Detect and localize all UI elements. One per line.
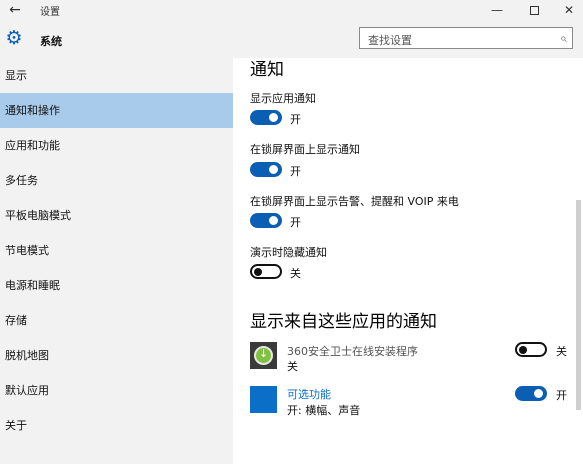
sidebar: 显示 通知和操作 应用和功能 多任务 平板电脑模式 节电模式 电源和睡眠 存储 … <box>0 58 233 464</box>
main-content: 通知 显示应用通知 开 在锁屏界面上显示通知 开 在锁屏界面上显示告警、提醒和 … <box>233 58 583 464</box>
setting-label: 在锁屏界面上显示通知 <box>250 143 360 156</box>
back-arrow-icon[interactable]: ← <box>6 1 24 19</box>
toggle-knob <box>534 389 543 398</box>
app-status: 开: 横幅、声音 <box>287 404 361 417</box>
scrollbar[interactable] <box>576 200 581 410</box>
sidebar-item-battery-saver[interactable]: 节电模式 <box>0 233 233 268</box>
sidebar-item-storage[interactable]: 存储 <box>0 303 233 338</box>
app-name[interactable]: 可选功能 <box>287 386 331 402</box>
close-button[interactable]: ✕ <box>552 0 583 20</box>
lockscreen-alarms-toggle[interactable] <box>250 213 282 228</box>
sidebar-item-offline-maps[interactable]: 脱机地图 <box>0 338 233 373</box>
app-360-toggle[interactable] <box>515 342 547 357</box>
sidebar-item-default-apps[interactable]: 默认应用 <box>0 373 233 408</box>
app-name[interactable]: 360安全卫士在线安装程序 <box>287 343 418 359</box>
setting-label: 演示时隐藏通知 <box>250 246 327 259</box>
window-title: 设置 <box>40 7 60 18</box>
toggle-knob <box>519 345 527 354</box>
app-optional-features-toggle[interactable] <box>515 386 547 401</box>
sidebar-item-notifications[interactable]: 通知和操作 <box>0 93 233 128</box>
lockscreen-notifications-toggle[interactable] <box>250 162 282 177</box>
search-placeholder: 查找设置 <box>368 34 412 47</box>
toggle-knob <box>269 216 278 225</box>
toggle-knob <box>269 165 278 174</box>
maximize-icon <box>529 6 539 15</box>
title-bar: ← 设置 — ✕ <box>0 0 583 22</box>
sidebar-item-display[interactable]: 显示 <box>0 58 233 93</box>
sidebar-item-power-sleep[interactable]: 电源和睡眠 <box>0 268 233 303</box>
search-input[interactable]: 查找设置 ⌕ <box>359 27 573 49</box>
minimize-button[interactable]: — <box>480 0 514 20</box>
toggle-knob <box>254 267 262 276</box>
presentation-hide-toggle[interactable] <box>250 264 282 279</box>
toggle-state: 关 <box>556 345 567 358</box>
app-status: 关 <box>287 360 298 373</box>
sidebar-item-about[interactable]: 关于 <box>0 408 233 443</box>
maximize-button[interactable] <box>517 0 551 20</box>
optional-features-icon <box>250 386 277 413</box>
page-title: 系统 <box>40 35 62 48</box>
search-icon[interactable]: ⌕ <box>560 31 567 46</box>
setting-label: 在锁屏界面上显示告警、提醒和 VOIP 来电 <box>250 195 459 208</box>
setting-label: 显示应用通知 <box>250 92 316 105</box>
toggle-state: 开 <box>290 216 301 229</box>
gear-icon: ⚙ <box>5 27 23 49</box>
apps-heading: 显示来自这些应用的通知 <box>250 312 437 332</box>
notifications-heading: 通知 <box>250 60 284 80</box>
arrow-down-icon: ↓ <box>259 347 269 360</box>
sidebar-item-apps[interactable]: 应用和功能 <box>0 128 233 163</box>
toggle-state: 关 <box>290 267 301 280</box>
toggle-state: 开 <box>290 165 301 178</box>
toggle-state: 开 <box>290 113 301 126</box>
app-notifications-toggle[interactable] <box>250 110 282 125</box>
sidebar-item-tablet-mode[interactable]: 平板电脑模式 <box>0 198 233 233</box>
360-installer-icon: ↓ <box>250 342 277 369</box>
toggle-knob <box>269 113 278 122</box>
header: ⚙ 系统 查找设置 ⌕ <box>0 22 583 58</box>
toggle-state: 开 <box>556 389 567 402</box>
sidebar-item-multitasking[interactable]: 多任务 <box>0 163 233 198</box>
